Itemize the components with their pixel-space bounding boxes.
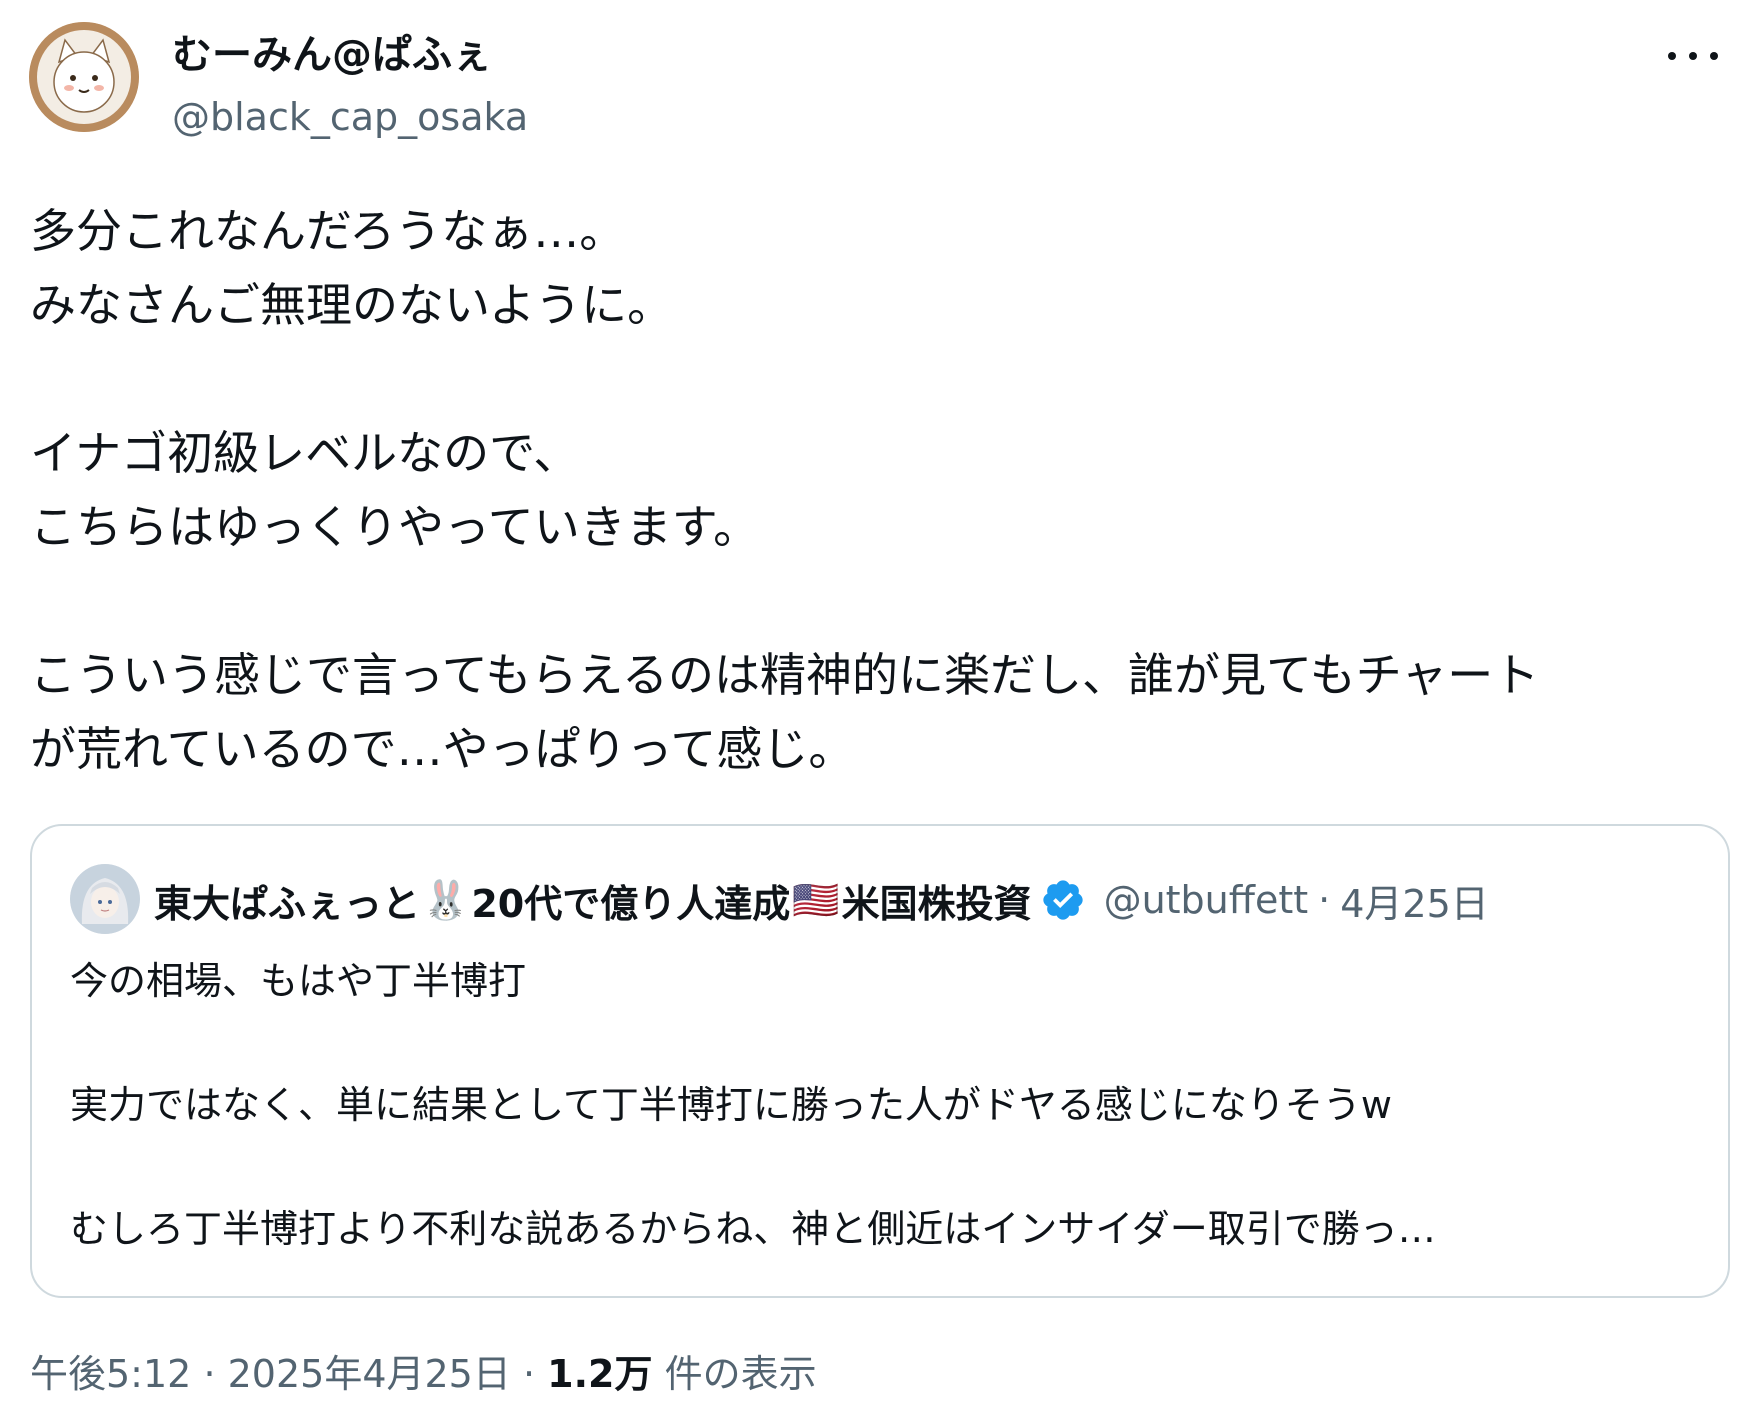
quote-date[interactable]: 4月25日 [1340,873,1489,928]
tweet-line: こういう感じで言ってもらえるのは精神的に楽だし、誰が見てもチャート [30,648,1540,702]
tweet-card: むーみん@ぱふぇ @black_cap_osaka 多分これなんだろうなぁ…。 … [0,0,1745,1428]
tweet-line: イナゴ初級レベルなので、 [30,426,580,480]
tweet-time[interactable]: 午後5:12 [30,1352,191,1396]
rabbit-emoji-icon: 🐰 [422,877,470,922]
tweet-text: 多分これなんだろうなぁ…。 みなさんご無理のないように。 イナゴ初級レベルなので… [30,194,1720,786]
us-flag-emoji-icon: 🇺🇸 [792,877,840,922]
quote-text: 今の相場、もはや丁半博打 実力ではなく、単に結果として丁半博打に勝った人がドヤる… [70,950,1700,1260]
author-avatar[interactable] [29,22,139,132]
quoted-tweet[interactable]: 東大ぱふぇっと 🐰 20代で億り人達成 🇺🇸 米国株投資 @utbuffett … [30,824,1730,1298]
quote-separator: · [1318,878,1331,922]
quote-author-avatar[interactable] [70,864,140,934]
more-horizontal-icon [1689,52,1697,60]
quote-line: むしろ丁半博打より不利な説あるからね、神と側近はインサイダー取引で勝っ… [70,1207,1436,1251]
views-label: 件の表示 [664,1352,817,1396]
tweet-line: みなさんご無理のないように。 [30,278,674,332]
footer-separator: · [203,1352,216,1396]
more-horizontal-icon [1668,52,1676,60]
views-count: 1.2万 [547,1352,653,1396]
quote-header: 東大ぱふぇっと 🐰 20代で億り人達成 🇺🇸 米国株投資 @utbuffett … [154,872,1489,928]
tweet-line: が荒れているので…やっぱりって感じ。 [30,722,855,776]
quote-author-name[interactable]: 東大ぱふぇっと 🐰 20代で億り人達成 🇺🇸 米国株投資 [154,873,1086,928]
footer-separator: · [522,1352,536,1396]
quote-name-part: 東大ぱふぇっと [154,881,421,926]
author-display-name[interactable]: むーみん@ぱふぇ [172,28,492,82]
quote-blank-line [70,1012,1700,1074]
quote-name-part: 米国株投資 [841,881,1032,926]
tweet-line: こちらはゆっくりやっていきます。 [30,500,760,554]
quote-line: 実力ではなく、単に結果として丁半博打に勝った人がドヤる感じになりそうw [70,1083,1392,1127]
cat-avatar-icon [29,22,139,132]
tweet-footer: 午後5:12 · 2025年4月25日 · 1.2万 件の表示 [30,1348,817,1400]
more-options-button[interactable] [1668,36,1718,76]
quote-line: 今の相場、もはや丁半博打 [70,959,527,1003]
quote-blank-line [70,1136,1700,1198]
tweet-date[interactable]: 2025年4月25日 [228,1352,511,1396]
author-handle[interactable]: @black_cap_osaka [172,92,528,142]
tweet-line: 多分これなんだろうなぁ…。 [30,204,626,258]
anime-girl-avatar-icon [70,864,140,934]
more-horizontal-icon [1710,52,1718,60]
quote-author-handle[interactable]: @utbuffett [1104,878,1309,922]
verified-badge-icon[interactable] [1040,877,1086,923]
quote-name-part: 20代で億り人達成 [471,881,791,926]
